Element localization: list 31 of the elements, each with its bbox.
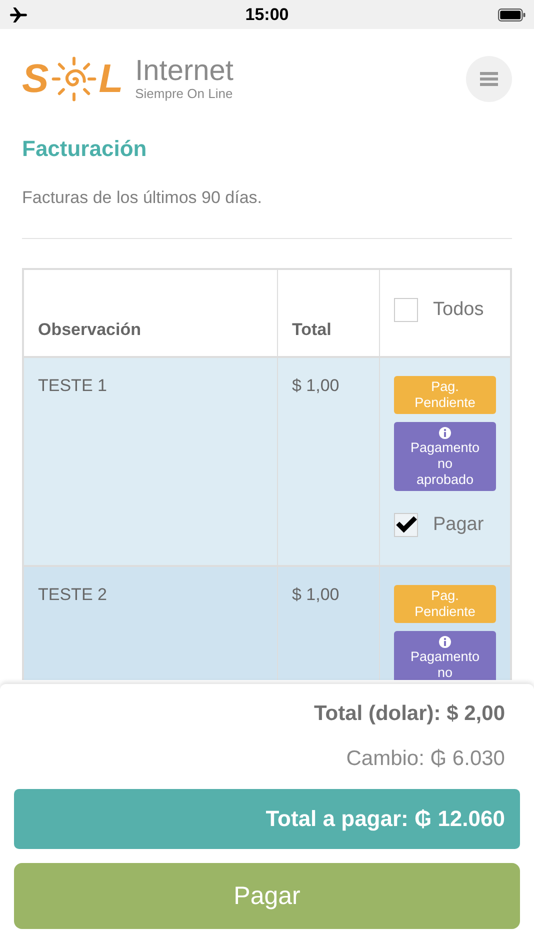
- logo-letter: S: [22, 59, 49, 99]
- page-description: Facturas de los últimos 90 días.: [22, 187, 264, 209]
- status-button[interactable]: Pagamento no aprobado: [394, 422, 496, 491]
- table-cell: $ 1,00: [292, 585, 340, 604]
- checkbox[interactable]: [394, 513, 418, 537]
- brand-tagline: Siempre On Line: [135, 86, 234, 102]
- status-time: 15:00: [245, 4, 289, 24]
- menu-icon: [480, 71, 498, 87]
- checkbox[interactable]: [394, 298, 418, 322]
- status-badge: Pag. Pendiente: [394, 585, 496, 623]
- checkbox-label: Pagar: [433, 514, 484, 536]
- table-cell: TESTE 1: [38, 376, 107, 395]
- checkbox-label: Todos: [433, 299, 484, 321]
- table-cell: $ 1,00: [292, 376, 340, 395]
- battery-icon: [498, 8, 526, 22]
- column-header: Total: [277, 270, 379, 356]
- logo-letter: L: [98, 59, 124, 99]
- total-dollar: Total (dolar): $ 2,00: [313, 701, 506, 727]
- column-header: Observación: [37, 319, 142, 341]
- total-to-pay: Total a pagar: ₲ 12.060: [14, 789, 520, 849]
- page-title: Facturación: [22, 135, 148, 163]
- brand-name: Internet: [135, 56, 234, 86]
- sun-spiral-icon: [50, 56, 97, 102]
- info-icon: [439, 636, 451, 648]
- status-button[interactable]: Pagamento no: [394, 631, 496, 680]
- status-badge: Pag. Pendiente: [394, 376, 496, 414]
- table-cell: TESTE 2: [38, 585, 107, 604]
- exchange-rate: Cambio: ₲ 6.030: [345, 746, 506, 772]
- pay-button[interactable]: Pagar: [14, 863, 520, 929]
- menu-button[interactable]: [466, 56, 512, 102]
- info-icon: [439, 427, 451, 439]
